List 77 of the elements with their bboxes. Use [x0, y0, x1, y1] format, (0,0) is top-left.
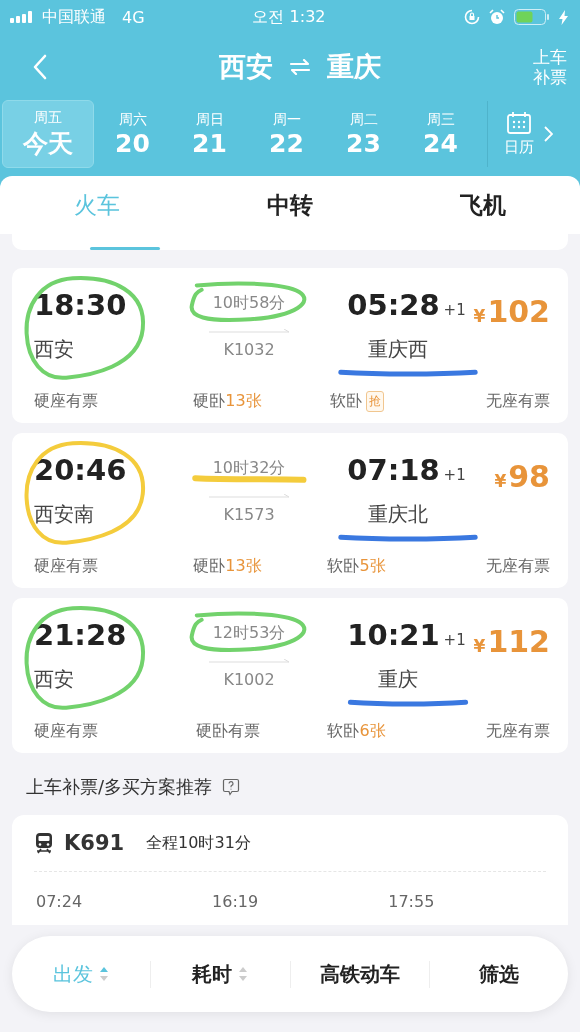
total-duration: 全程10时31分 [146, 832, 251, 854]
rotation-lock-icon [464, 9, 480, 25]
seat-availability: 无座有票 [486, 721, 550, 742]
seat-availability: 无座有票 [486, 391, 550, 412]
arrive-station: 重庆西 [367, 337, 428, 361]
battery-icon [514, 9, 550, 25]
stop-time: 16:19 [212, 892, 259, 911]
ticket-price: ¥112 [472, 624, 550, 659]
trip-duration: 10时58分 [212, 292, 286, 312]
train-card[interactable]: 20:46 西安南 10时32分 K1573 07:18+1 重庆北 ¥98 硬座有票 硬卧13张 软卧5张 无座有票 [12, 433, 568, 588]
seat-availability: 硬座有票 [34, 721, 98, 742]
grab-badge[interactable]: 抢 [365, 391, 384, 412]
depart-station: 西安 [34, 336, 75, 363]
stop-time: 17:55 [388, 892, 435, 911]
calendar-icon [507, 111, 531, 134]
trip-duration: 10时32分 [212, 457, 286, 477]
carrier-name: 中国联通 [42, 6, 106, 28]
sort-option[interactable]: 筛选 [429, 960, 568, 988]
onboard-ticket-link[interactable]: 上车补票 [532, 47, 568, 87]
date-tab[interactable]: 周二 23 [325, 101, 402, 167]
depart-time: 21:28 [34, 618, 128, 652]
trip-duration: 12时53分 [212, 622, 286, 642]
transport-tab[interactable]: 中转 [193, 189, 387, 221]
train-number: K1002 [223, 669, 275, 689]
train-number: K1032 [223, 339, 275, 359]
transport-tab[interactable]: 火车 [0, 189, 194, 221]
train-number: K1573 [223, 504, 275, 524]
date-tab[interactable]: 周日 21 [171, 101, 248, 167]
train-card[interactable]: 18:30 西安 10时58分 K1032 05:28+1 重庆西 ¥102 硬座有票 硬卧13张 软卧 抢 无座有票 [12, 268, 568, 423]
date-tab[interactable]: 周五 今天 [2, 100, 94, 168]
section-title: 上车补票/多买方案推荐 [26, 775, 213, 799]
arrive-time: 10:21 [347, 618, 440, 652]
depart-station: 西安 [34, 666, 75, 693]
network-type: 4G [122, 7, 145, 27]
from-city[interactable]: 西安 [219, 49, 274, 85]
seat-type: 软卧 [329, 391, 362, 412]
sort-option[interactable]: 高铁动车 [290, 960, 430, 988]
to-city[interactable]: 重庆 [327, 49, 382, 85]
charging-icon [559, 9, 568, 25]
swap-icon[interactable] [289, 59, 312, 75]
arrive-time: 07:18 [347, 453, 440, 487]
depart-station: 西安南 [34, 501, 95, 528]
train-number: K691 [64, 831, 125, 855]
calendar-button[interactable]: 日历 [487, 101, 534, 167]
seat-availability: 硬卧有票 [195, 721, 260, 742]
chevron-right-icon[interactable] [544, 126, 553, 142]
clock-time: 오전 1:32 [252, 6, 326, 28]
back-icon[interactable] [32, 54, 48, 80]
seat-availability: 硬卧13张 [193, 556, 262, 577]
stop-time: 07:24 [36, 892, 83, 911]
seat-availability: 硬座有票 [34, 556, 98, 577]
sort-option[interactable]: 出发 [12, 960, 152, 988]
seat-availability: 无座有票 [486, 556, 550, 577]
arrive-time: 05:28 [347, 288, 440, 322]
depart-time: 20:46 [34, 453, 128, 487]
ticket-price: ¥102 [472, 294, 550, 329]
depart-time: 18:30 [34, 288, 128, 322]
day-offset: +1 [443, 301, 466, 319]
transport-tab[interactable]: 飞机 [386, 189, 580, 221]
seat-availability: 硬卧13张 [193, 391, 262, 412]
train-card[interactable]: 21:28 西安 12时53分 K1002 10:21+1 重庆 ¥112 硬座有票 硬卧有票 软卧6张 无座有票 [12, 598, 568, 753]
train-icon [34, 832, 54, 854]
ticket-price: ¥98 [493, 459, 550, 494]
date-tab[interactable]: 周一 22 [248, 101, 325, 167]
arrive-station: 重庆 [377, 667, 418, 691]
seat-availability: 软卧6张 [327, 721, 386, 742]
recommendation-card[interactable]: K691 全程10时31分 07:24 16:19 17:55 [12, 815, 568, 925]
day-offset: +1 [443, 631, 466, 649]
alarm-icon [489, 9, 505, 25]
arrive-station: 重庆北 [367, 502, 428, 526]
seat-availability: 硬座有票 [34, 391, 98, 412]
date-tab[interactable]: 周六 20 [94, 101, 171, 167]
day-offset: +1 [443, 466, 466, 484]
help-icon[interactable] [222, 778, 241, 796]
date-tab[interactable]: 周三 24 [402, 101, 479, 167]
seat-availability: 软卧5张 [327, 556, 386, 577]
sort-option[interactable]: 耗时 [151, 960, 291, 988]
